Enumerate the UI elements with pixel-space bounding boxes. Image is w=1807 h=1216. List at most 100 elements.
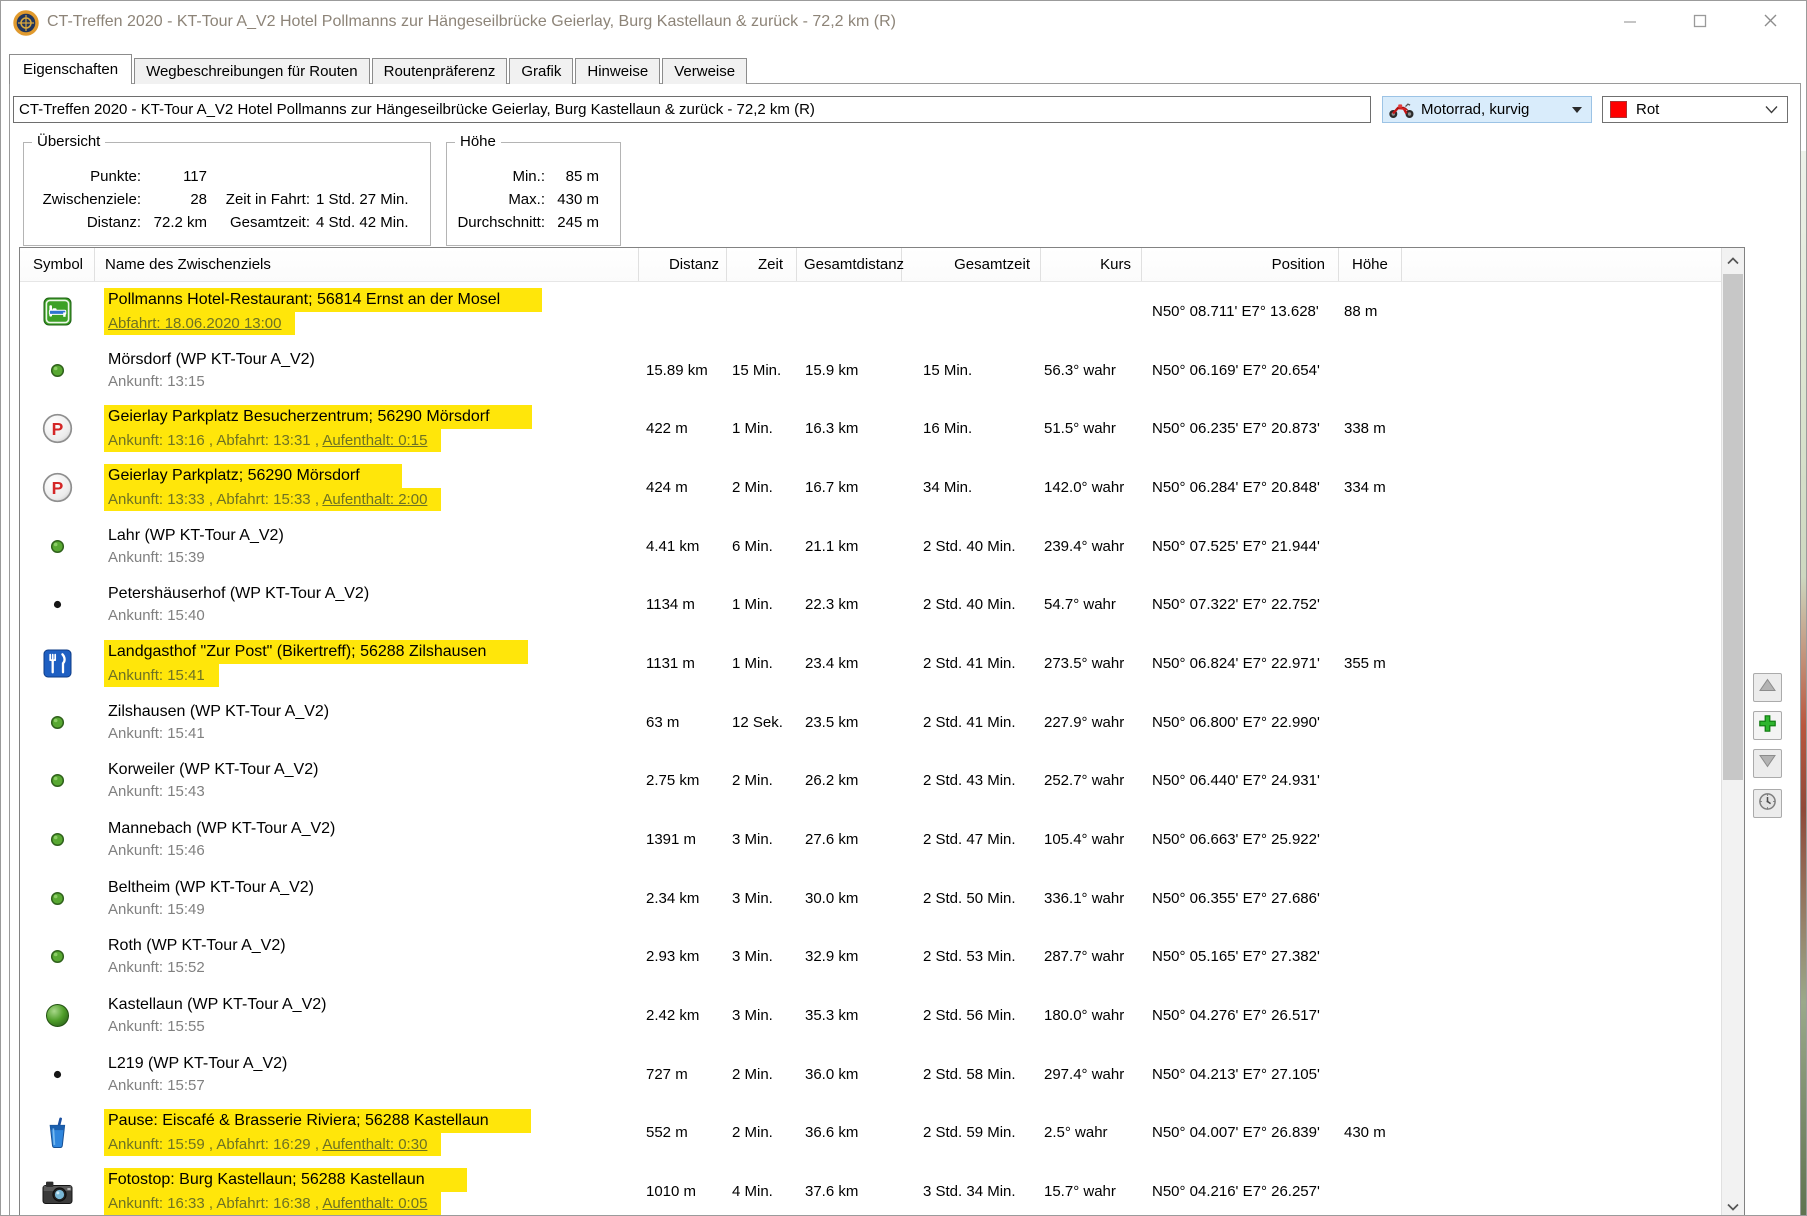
waypoint-times: Ankunft: 15:41: [104, 723, 209, 744]
waypoint-row[interactable]: Korweiler (WP KT-Tour A_V2) Ankunft: 15:…: [20, 752, 1721, 811]
route-name-input[interactable]: [13, 96, 1371, 123]
waypoint-row[interactable]: Petershäuserhof (WP KT-Tour A_V2) Ankunf…: [20, 575, 1721, 634]
cell-gesamtdistanz: 27.6 km: [797, 810, 902, 869]
move-down-button[interactable]: [1753, 749, 1782, 778]
add-waypoint-button[interactable]: [1753, 711, 1782, 740]
cell-gesamtdistanz: 16.7 km: [797, 458, 902, 517]
cell-hoehe: [1339, 928, 1402, 987]
cell-position: N50° 06.800' E7° 22.990': [1142, 693, 1339, 752]
move-up-button[interactable]: [1753, 673, 1782, 702]
distanz-label: Distanz:: [24, 213, 141, 232]
waypoint-name: Beltheim (WP KT-Tour A_V2): [104, 877, 318, 899]
cell-zeit: 3 Min.: [727, 810, 797, 869]
waypoint-row[interactable]: Pause: Eiscafé & Brasserie Riviera; 5628…: [20, 1104, 1721, 1163]
waypoint-row[interactable]: P Geierlay Parkplatz; 56290 Mörsdorf Ank…: [20, 458, 1721, 517]
route-profile-dropdown[interactable]: Motorrad, kurvig: [1382, 96, 1592, 123]
cell-zeit: [727, 282, 797, 341]
waypoint-name-cell: Pollmanns Hotel-Restaurant; 56814 Ernst …: [95, 282, 639, 341]
time-button[interactable]: [1753, 789, 1782, 818]
waypoint-times: Ankunft: 15:59 , Abfahrt: 16:29 , Aufent…: [104, 1133, 441, 1156]
tab-verweise[interactable]: Verweise: [662, 58, 747, 84]
cell-gesamtdistanz: 22.3 km: [797, 575, 902, 634]
camera-icon: [20, 1162, 95, 1216]
waypoint-dot-icon: [20, 693, 95, 752]
waypoint-row[interactable]: Mörsdorf (WP KT-Tour A_V2) Ankunft: 13:1…: [20, 341, 1721, 400]
waypoint-name-cell: Roth (WP KT-Tour A_V2) Ankunft: 15:52: [95, 928, 639, 987]
motorcycle-icon: [1388, 101, 1415, 119]
waypoint-row[interactable]: Mannebach (WP KT-Tour A_V2) Ankunft: 15:…: [20, 810, 1721, 869]
route-color-dropdown[interactable]: Rot: [1602, 96, 1788, 123]
column-header-gesamtdistanz[interactable]: Gesamtdistanz: [797, 248, 902, 281]
cell-distanz: 727 m: [639, 1045, 727, 1104]
waypoint-row[interactable]: P Geierlay Parkplatz Besucherzentrum; 56…: [20, 399, 1721, 458]
cell-filler: [1402, 634, 1721, 693]
column-header-name[interactable]: Name des Zwischenziels: [95, 248, 639, 281]
maximize-button[interactable]: [1669, 1, 1731, 45]
cell-position: N50° 05.165' E7° 27.382': [1142, 928, 1339, 987]
waypoint-small-dot-icon: [20, 575, 95, 634]
cell-kurs: 180.0° wahr: [1041, 986, 1142, 1045]
max-value: 430 m: [549, 190, 599, 209]
cell-kurs: 239.4° wahr: [1041, 517, 1142, 576]
waypoint-times: Ankunft: 13:16 , Abfahrt: 13:31 , Aufent…: [104, 429, 441, 452]
waypoint-row[interactable]: Kastellaun (WP KT-Tour A_V2) Ankunft: 15…: [20, 986, 1721, 1045]
waypoint-small-dot-icon: [20, 1045, 95, 1104]
vertical-scrollbar[interactable]: [1721, 248, 1744, 1216]
minimize-button[interactable]: [1599, 1, 1661, 45]
cell-gesamtdistanz: 36.0 km: [797, 1045, 902, 1104]
cell-gesamtzeit: 2 Std. 41 Min.: [902, 693, 1041, 752]
column-header-symbol[interactable]: Symbol: [20, 248, 95, 281]
waypoint-row[interactable]: L219 (WP KT-Tour A_V2) Ankunft: 15:57 72…: [20, 1045, 1721, 1104]
waypoint-row[interactable]: Lahr (WP KT-Tour A_V2) Ankunft: 15:39 4.…: [20, 517, 1721, 576]
cell-position: N50° 06.824' E7° 22.971': [1142, 634, 1339, 693]
waypoint-row[interactable]: Zilshausen (WP KT-Tour A_V2) Ankunft: 15…: [20, 693, 1721, 752]
close-button[interactable]: [1739, 1, 1801, 45]
cell-kurs: 297.4° wahr: [1041, 1045, 1142, 1104]
scroll-up-button[interactable]: [1722, 248, 1744, 273]
cell-filler: [1402, 341, 1721, 400]
waypoint-row[interactable]: Landgasthof "Zur Post" (Bikertreff); 562…: [20, 634, 1721, 693]
scrollbar-thumb[interactable]: [1723, 274, 1743, 780]
cell-gesamtdistanz: 30.0 km: [797, 869, 902, 928]
tab-routenpraeferenz[interactable]: Routenpräferenz: [372, 58, 508, 84]
cell-position: N50° 06.169' E7° 20.654': [1142, 341, 1339, 400]
cell-position: N50° 04.007' E7° 26.839': [1142, 1104, 1339, 1163]
cell-gesamtdistanz: 35.3 km: [797, 986, 902, 1045]
waypoint-row[interactable]: Pollmanns Hotel-Restaurant; 56814 Ernst …: [20, 282, 1721, 341]
waypoint-row[interactable]: Beltheim (WP KT-Tour A_V2) Ankunft: 15:4…: [20, 869, 1721, 928]
cell-filler: [1402, 1104, 1721, 1163]
tab-grafik[interactable]: Grafik: [509, 58, 573, 84]
cell-kurs: 273.5° wahr: [1041, 634, 1142, 693]
column-header-zeit[interactable]: Zeit: [727, 248, 797, 281]
waypoint-name-cell: Pause: Eiscafé & Brasserie Riviera; 5628…: [95, 1104, 639, 1163]
tab-eigenschaften[interactable]: Eigenschaften: [9, 54, 132, 84]
cell-distanz: 1010 m: [639, 1162, 727, 1216]
window-title: CT-Treffen 2020 - KT-Tour A_V2 Hotel Pol…: [47, 13, 896, 31]
waypoint-row[interactable]: Roth (WP KT-Tour A_V2) Ankunft: 15:52 2.…: [20, 928, 1721, 987]
zwischenziele-label: Zwischenziele:: [24, 190, 141, 209]
cell-gesamtdistanz: 23.4 km: [797, 634, 902, 693]
punkte-label: Punkte:: [24, 167, 141, 186]
cell-kurs: 105.4° wahr: [1041, 810, 1142, 869]
cell-distanz: 4.41 km: [639, 517, 727, 576]
scroll-down-button[interactable]: [1722, 1194, 1744, 1216]
durchschnitt-value: 245 m: [549, 213, 599, 232]
parking-icon: P: [20, 458, 95, 517]
hotel-icon: [20, 282, 95, 341]
cell-position: N50° 06.440' E7° 24.931': [1142, 752, 1339, 811]
cell-zeit: 2 Min.: [727, 1104, 797, 1163]
cell-hoehe: [1339, 517, 1402, 576]
cell-filler: [1402, 399, 1721, 458]
column-header-position[interactable]: Position: [1142, 248, 1339, 281]
column-header-kurs[interactable]: Kurs: [1041, 248, 1142, 281]
column-header-gesamtzeit[interactable]: Gesamtzeit: [902, 248, 1041, 281]
waypoint-list: Symbol Name des Zwischenziels Distanz Ze…: [19, 247, 1745, 1216]
cell-zeit: 12 Sek.: [727, 693, 797, 752]
waypoint-row[interactable]: Fotostop: Burg Kastellaun; 56288 Kastell…: [20, 1162, 1721, 1216]
tab-wegbeschreibungen[interactable]: Wegbeschreibungen für Routen: [134, 58, 370, 84]
app-logo-icon: [13, 10, 39, 36]
min-label: Min.:: [447, 167, 545, 186]
column-header-hoehe[interactable]: Höhe: [1339, 248, 1402, 281]
column-header-distanz[interactable]: Distanz: [639, 248, 727, 281]
tab-hinweise[interactable]: Hinweise: [575, 58, 660, 84]
